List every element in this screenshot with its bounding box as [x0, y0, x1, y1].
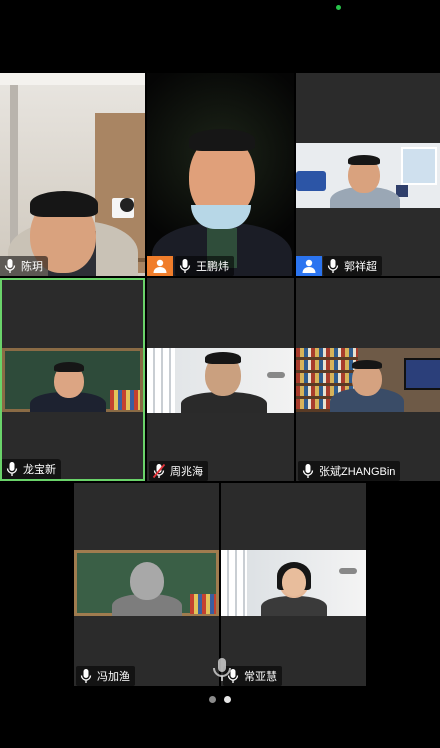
video-feed	[147, 348, 294, 413]
video-feed	[74, 550, 219, 616]
participant-name-tag: 张斌ZHANGBin	[298, 461, 401, 481]
speaking-microphone-icon	[213, 658, 231, 681]
participant-name: 常亚慧	[244, 671, 277, 683]
participant-name: 郭祥超	[344, 261, 377, 273]
video-feed	[2, 348, 143, 412]
recording-indicator-dot	[336, 5, 341, 10]
participant-name-tag: 周兆海	[149, 461, 208, 481]
video-feed	[296, 143, 440, 208]
microphone-icon	[6, 462, 18, 476]
participant-name-tag: 郭祥超	[323, 256, 382, 276]
video-feed	[0, 73, 145, 276]
person-icon	[153, 259, 167, 273]
avatar-badge	[147, 256, 173, 276]
video-tile-3[interactable]: 郭祥超	[296, 73, 440, 276]
participant-name-tag: 冯加渔	[76, 666, 135, 686]
participant-name-tag: 陈玥	[0, 256, 48, 276]
microphone-muted-icon	[152, 463, 166, 479]
video-feed	[296, 348, 440, 412]
page-dot-2[interactable]	[224, 696, 231, 703]
microphone-icon	[327, 259, 339, 273]
page-dot-1[interactable]	[209, 696, 216, 703]
video-tile-2[interactable]: 王鹏炜	[147, 73, 294, 276]
participant-name-tag: 龙宝新	[2, 459, 61, 479]
participant-name: 张斌ZHANGBin	[319, 466, 396, 478]
microphone-icon	[302, 464, 314, 478]
video-tile-7[interactable]: 冯加渔	[74, 483, 219, 686]
participant-name: 冯加渔	[97, 671, 130, 683]
microphone-icon	[179, 259, 191, 273]
microphone-icon	[80, 669, 92, 683]
avatar-badge	[296, 256, 322, 276]
video-tile-5[interactable]: 周兆海	[147, 278, 294, 481]
video-tile-1[interactable]: 陈玥	[0, 73, 145, 276]
video-tile-6[interactable]: 张斌ZHANGBin	[296, 278, 440, 481]
page-indicator[interactable]	[0, 696, 440, 703]
participant-name-tag: 王鹏炜	[175, 256, 234, 276]
participant-name: 陈玥	[21, 261, 43, 273]
participant-name: 龙宝新	[23, 464, 56, 476]
video-tile-8[interactable]: 常亚慧	[221, 483, 366, 686]
participant-name: 王鹏炜	[196, 261, 229, 273]
video-feed	[147, 73, 294, 276]
video-tile-4-active-speaker[interactable]: 龙宝新	[0, 278, 145, 481]
microphone-icon	[4, 259, 16, 273]
participant-name: 周兆海	[170, 466, 203, 478]
video-feed	[221, 550, 366, 616]
person-icon	[302, 259, 316, 273]
